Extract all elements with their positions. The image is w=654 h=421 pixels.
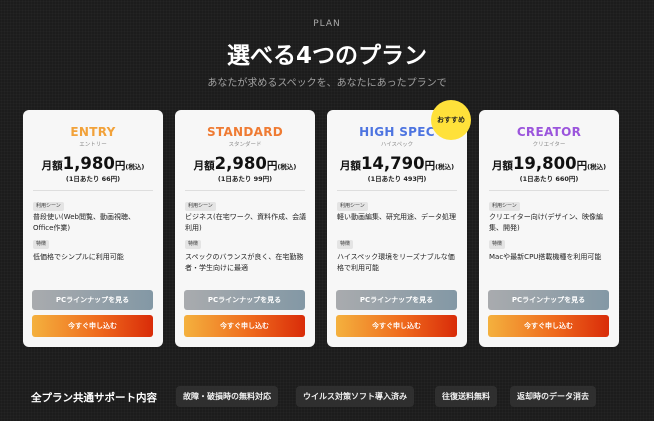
price-prefix: 月額 — [491, 160, 513, 172]
pc-lineup-button[interactable]: PCラインナップを見る — [336, 290, 457, 310]
feature-description: Macや最新CPU搭載機種を利用可能 — [489, 253, 602, 261]
use-description: ビジネス(在宅ワーク、資料作成、会議利用) — [185, 213, 307, 232]
plan-name: ENTRY — [70, 125, 116, 139]
plan-price: 月額14,790円(税込) — [327, 154, 467, 173]
pc-lineup-button[interactable]: PCラインナップを見る — [184, 290, 305, 310]
feature-tag: 特徴 — [185, 240, 202, 249]
price-per-day: (1日あたり 660円) — [519, 175, 579, 183]
price-per-day: (1日あたり 493円) — [367, 175, 427, 183]
divider — [337, 190, 457, 191]
plan-kana: クリエイター — [532, 142, 566, 148]
price-prefix: 月額 — [193, 160, 215, 172]
apply-button[interactable]: 今すぐ申し込む — [184, 315, 305, 337]
plan-card-entry: ENTRY エントリー 月額1,980円(税込) (1日あたり 66円) 利用シ… — [23, 110, 163, 347]
page-subtitle: あなたが求めるスペックを、あなたにあったプランで — [207, 78, 447, 89]
use-tag: 利用シーン — [33, 202, 64, 211]
apply-button[interactable]: 今すぐ申し込む — [32, 315, 153, 337]
plan-card-high-spec: HIGH SPEC ハイスペック 月額14,790円(税込) (1日あたり 49… — [327, 110, 467, 347]
plan-kana: ハイスペック — [380, 142, 414, 148]
price-per-day: (1日あたり 66円) — [65, 175, 121, 183]
plan-price: 月額19,800円(税込) — [479, 154, 619, 173]
plan-kana: エントリー — [79, 142, 107, 148]
price-prefix: 月額 — [41, 160, 63, 172]
price-per-day: (1日あたり 99円) — [217, 175, 273, 183]
support-item: 故障・破損時の無料対応 — [176, 386, 278, 407]
section-eyebrow: PLAN — [313, 19, 341, 29]
use-description: 普段使い(Web閲覧、動画視聴、Office作業) — [33, 213, 135, 232]
page-title: 選べる4つのプラン — [226, 43, 427, 69]
plan-name: CREATOR — [516, 125, 582, 139]
price-prefix: 月額 — [339, 160, 361, 172]
support-title: 全プラン共通サポート内容 — [31, 392, 157, 404]
use-tag: 利用シーン — [337, 202, 368, 211]
price-yen: 円 — [114, 160, 126, 172]
price-amount: 1,980 — [62, 154, 115, 173]
apply-button[interactable]: 今すぐ申し込む — [336, 315, 457, 337]
pc-lineup-button[interactable]: PCラインナップを見る — [488, 290, 609, 310]
price-amount: 2,980 — [214, 154, 267, 173]
use-description: クリエイター向け(デザイン、映像編集、開発) — [489, 213, 604, 232]
feature-description: ハイスペック環境をリーズナブルな価格で利用可能 — [337, 253, 455, 272]
price-amount: 14,790 — [360, 154, 425, 173]
divider — [33, 190, 153, 191]
plan-card-creator: CREATOR クリエイター 月額19,800円(税込) (1日あたり 660円… — [479, 110, 619, 347]
plan-price: 月額1,980円(税込) — [23, 154, 163, 173]
plan-kana: スタンダード — [228, 142, 262, 148]
feature-tag: 特徴 — [489, 240, 506, 249]
feature-description: 低価格でシンプルに利用可能 — [33, 253, 124, 261]
price-tax: (税込) — [125, 163, 145, 171]
divider — [185, 190, 305, 191]
price-yen: 円 — [576, 160, 588, 172]
apply-button[interactable]: 今すぐ申し込む — [488, 315, 609, 337]
pc-lineup-button[interactable]: PCラインナップを見る — [32, 290, 153, 310]
recommend-badge: おすすめ — [431, 100, 471, 140]
use-tag: 利用シーン — [489, 202, 520, 211]
plan-price: 月額2,980円(税込) — [175, 154, 315, 173]
plan-name: STANDARD — [206, 125, 284, 139]
use-tag: 利用シーン — [185, 202, 216, 211]
price-yen: 円 — [424, 160, 436, 172]
support-item: 返却時のデータ消去 — [510, 386, 596, 407]
divider — [489, 190, 609, 191]
feature-tag: 特徴 — [337, 240, 354, 249]
price-yen: 円 — [266, 160, 278, 172]
price-amount: 19,800 — [512, 154, 577, 173]
use-description: 軽い動画編集、研究用途、データ処理 — [337, 213, 456, 221]
price-tax: (税込) — [277, 163, 297, 171]
feature-description: スペックのバランスが良く、在宅勤務者・学生向けに最適 — [185, 253, 304, 272]
price-tax: (税込) — [435, 163, 455, 171]
feature-tag: 特徴 — [33, 240, 50, 249]
support-item: ウイルス対策ソフト導入済み — [296, 386, 414, 407]
plan-card-standard: STANDARD スタンダード 月額2,980円(税込) (1日あたり 99円)… — [175, 110, 315, 347]
support-item: 往復送料無料 — [435, 386, 497, 407]
price-tax: (税込) — [587, 163, 607, 171]
